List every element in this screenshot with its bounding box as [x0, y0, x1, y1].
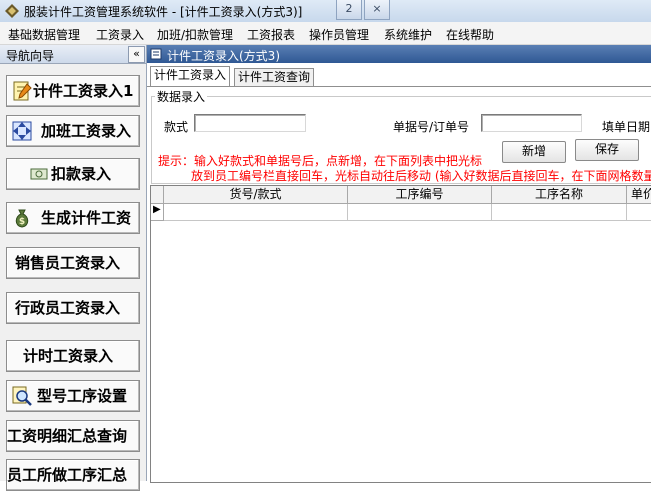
- child-window-title: 计件工资录入(方式3): [167, 49, 280, 63]
- row-indicator: ▶: [151, 204, 164, 221]
- app-logo-icon: [5, 4, 19, 18]
- order-number-input[interactable]: [481, 114, 582, 132]
- menu-wage-report[interactable]: 工资报表: [247, 26, 295, 43]
- group-title: 数据录入: [155, 88, 208, 105]
- style-input[interactable]: [194, 114, 306, 132]
- nav-item-label: 工资明细汇总查询: [7, 427, 128, 445]
- cash-icon: [30, 168, 48, 180]
- arrows-icon: [12, 121, 32, 141]
- nav-item-piece-wage-entry[interactable]: 计件工资录入1: [6, 75, 140, 107]
- title-bar: 服装计件工资管理系统软件 - [计件工资录入(方式3)] 2 ×: [0, 0, 651, 22]
- nav-collapse-button[interactable]: «: [128, 46, 145, 63]
- nav-item-label: 行政员工资录入: [15, 299, 121, 317]
- tab-piece-wage-entry[interactable]: 计件工资录入: [150, 66, 231, 87]
- nav-item-hourly-wage[interactable]: 计时工资录入: [6, 340, 140, 372]
- menu-wage-entry[interactable]: 工资录入: [96, 26, 144, 43]
- tab-piece-wage-query[interactable]: 计件工资查询: [234, 68, 315, 86]
- grid-corner: [151, 186, 164, 203]
- nav-item-employee-process-summary[interactable]: 员工所做工序汇总: [6, 459, 140, 491]
- tab-divider: [147, 86, 651, 87]
- menu-operator[interactable]: 操作员管理: [309, 26, 369, 43]
- child-title-bar: 计件工资录入(方式3): [147, 45, 651, 63]
- nav-item-label: 扣款录入: [51, 165, 112, 183]
- nav-item-wage-summary[interactable]: 工资明细汇总查询: [6, 420, 140, 452]
- nav-item-label: 生成计件工资: [41, 209, 132, 227]
- menu-overtime-deduction[interactable]: 加班/扣款管理: [157, 26, 233, 43]
- grid-cell-process-no[interactable]: [348, 204, 492, 221]
- nav-item-generate-wage[interactable]: $ 生成计件工资: [6, 202, 140, 234]
- nav-item-admin-wage[interactable]: 行政员工资录入: [6, 292, 140, 324]
- tab-strip: 计件工资录入 计件工资查询: [147, 64, 651, 87]
- column-header-process-name[interactable]: 工序名称: [492, 186, 627, 203]
- column-header-unit-price[interactable]: 单价: [627, 186, 651, 203]
- nav-item-label: 型号工序设置: [37, 387, 128, 405]
- current-row-marker: ▶: [153, 204, 161, 215]
- save-button[interactable]: 保存: [575, 139, 639, 161]
- nav-header: 导航向导 «: [0, 45, 146, 64]
- menu-system[interactable]: 系统维护: [384, 26, 432, 43]
- grid-cell-process-name[interactable]: [492, 204, 627, 221]
- menu-basic-data[interactable]: 基础数据管理: [8, 26, 80, 43]
- nav-panel: 导航向导 « 计件工资录入1 加班工资录入 扣款录入 $ 生成计件工资 销售员工…: [0, 45, 147, 491]
- nav-item-label: 加班工资录入: [41, 122, 132, 140]
- nav-item-label: 计时工资录入: [23, 347, 114, 365]
- new-button[interactable]: 新增: [502, 141, 566, 163]
- grid-cell-unit-price[interactable]: [627, 204, 651, 221]
- child-window-icon: [150, 48, 162, 60]
- grid-cell-style[interactable]: [164, 204, 348, 221]
- style-label: 款式: [164, 120, 189, 134]
- window-controls: 2 ×: [328, 0, 428, 20]
- hint-text-line2: 放到员工编号栏直接回车，光标自动往后移动 (输入好数据后直接回车，在下面网格数量: [191, 169, 651, 183]
- window-title: 服装计件工资管理系统软件 - [计件工资录入(方式3)]: [24, 5, 303, 19]
- child-window: 计件工资录入(方式3) 计件工资录入 计件工资查询 数据录入 款式 单据号/订单…: [147, 45, 651, 483]
- close-button[interactable]: ×: [364, 0, 390, 20]
- menu-bar: 基础数据管理 工资录入 加班/扣款管理 工资报表 操作员管理 系统维护 在线帮助: [0, 22, 651, 45]
- magnifier-icon: [12, 386, 32, 406]
- nav-item-model-process[interactable]: 型号工序设置: [6, 380, 140, 412]
- column-header-style[interactable]: 货号/款式: [164, 186, 348, 203]
- nav-item-sales-wage[interactable]: 销售员工资录入: [6, 247, 140, 279]
- nav-item-label: 销售员工资录入: [15, 254, 121, 272]
- column-header-process-no[interactable]: 工序编号: [348, 186, 492, 203]
- money-bag-icon: $: [15, 209, 29, 228]
- pencil-doc-icon: [13, 81, 32, 101]
- data-grid[interactable]: 货号/款式 工序编号 工序名称 单价 ▶: [150, 185, 651, 483]
- nav-item-label: 计件工资录入1: [33, 82, 134, 100]
- svg-text:$: $: [19, 217, 25, 227]
- nav-item-deduction-entry[interactable]: 扣款录入: [6, 158, 140, 190]
- nav-item-label: 员工所做工序汇总: [7, 466, 128, 484]
- grid-header: 货号/款式 工序编号 工序名称 单价: [151, 186, 651, 204]
- menu-help[interactable]: 在线帮助: [446, 26, 494, 43]
- order-number-label: 单据号/订单号: [393, 120, 470, 134]
- restore-button[interactable]: 2: [336, 0, 362, 20]
- nav-item-overtime-entry[interactable]: 加班工资录入: [6, 115, 140, 147]
- nav-header-title: 导航向导: [6, 49, 55, 63]
- fill-date-label: 填单日期: [602, 120, 651, 134]
